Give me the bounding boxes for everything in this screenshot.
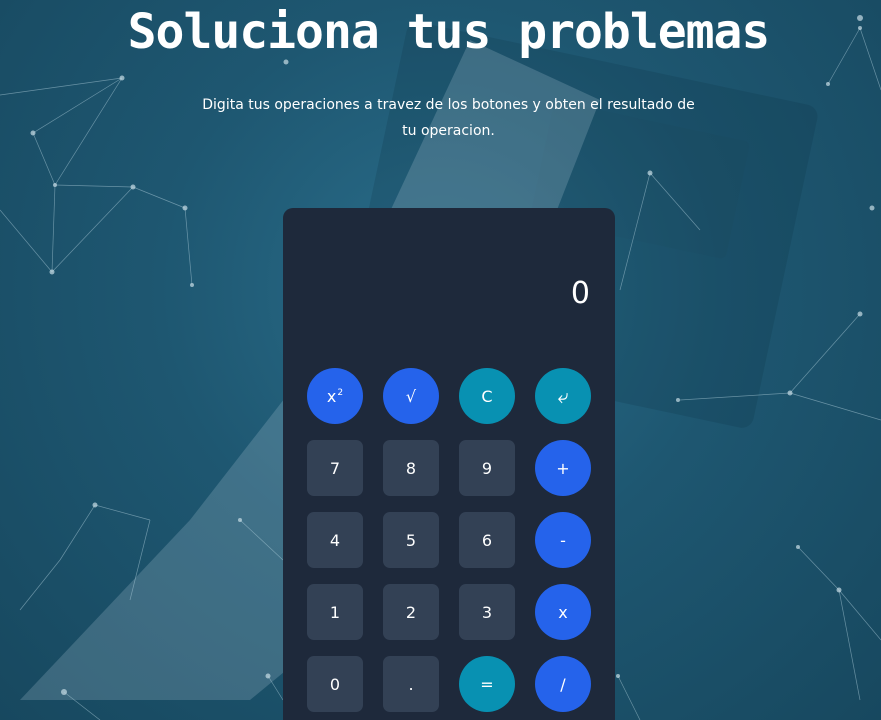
page-title: Soluciona tus problemas: [127, 4, 771, 60]
minus-button[interactable]: -: [535, 512, 591, 568]
square-button-label: x: [326, 386, 337, 406]
return-arrow-icon: ⤶: [557, 384, 569, 408]
clear-button[interactable]: C: [459, 368, 515, 424]
digit-7-button[interactable]: 7: [307, 440, 363, 496]
sqrt-button[interactable]: √: [383, 368, 439, 424]
multiply-button[interactable]: x: [535, 584, 591, 640]
square-exponent: 2: [337, 388, 344, 398]
plus-button[interactable]: +: [535, 440, 591, 496]
digit-6-button[interactable]: 6: [459, 512, 515, 568]
digit-0-button[interactable]: 0: [307, 656, 363, 712]
equals-button[interactable]: =: [459, 656, 515, 712]
digit-4-button[interactable]: 4: [307, 512, 363, 568]
square-button[interactable]: x2: [307, 368, 363, 424]
digit-3-button[interactable]: 3: [459, 584, 515, 640]
page-subtitle: Digita tus operaciones a travez de los b…: [202, 97, 695, 139]
digit-5-button[interactable]: 5: [383, 512, 439, 568]
digit-2-button[interactable]: 2: [383, 584, 439, 640]
digit-9-button[interactable]: 9: [459, 440, 515, 496]
calculator-panel: 0 x2 √ C ⤶ 7 8 9 + 4 5 6 - 1 2 3 x 0 . =…: [283, 208, 615, 720]
decimal-point-button[interactable]: .: [383, 656, 439, 712]
divide-button[interactable]: /: [535, 656, 591, 712]
digit-8-button[interactable]: 8: [383, 440, 439, 496]
backspace-button[interactable]: ⤶: [535, 368, 591, 424]
calculator-display: 0: [570, 276, 590, 311]
digit-1-button[interactable]: 1: [307, 584, 363, 640]
